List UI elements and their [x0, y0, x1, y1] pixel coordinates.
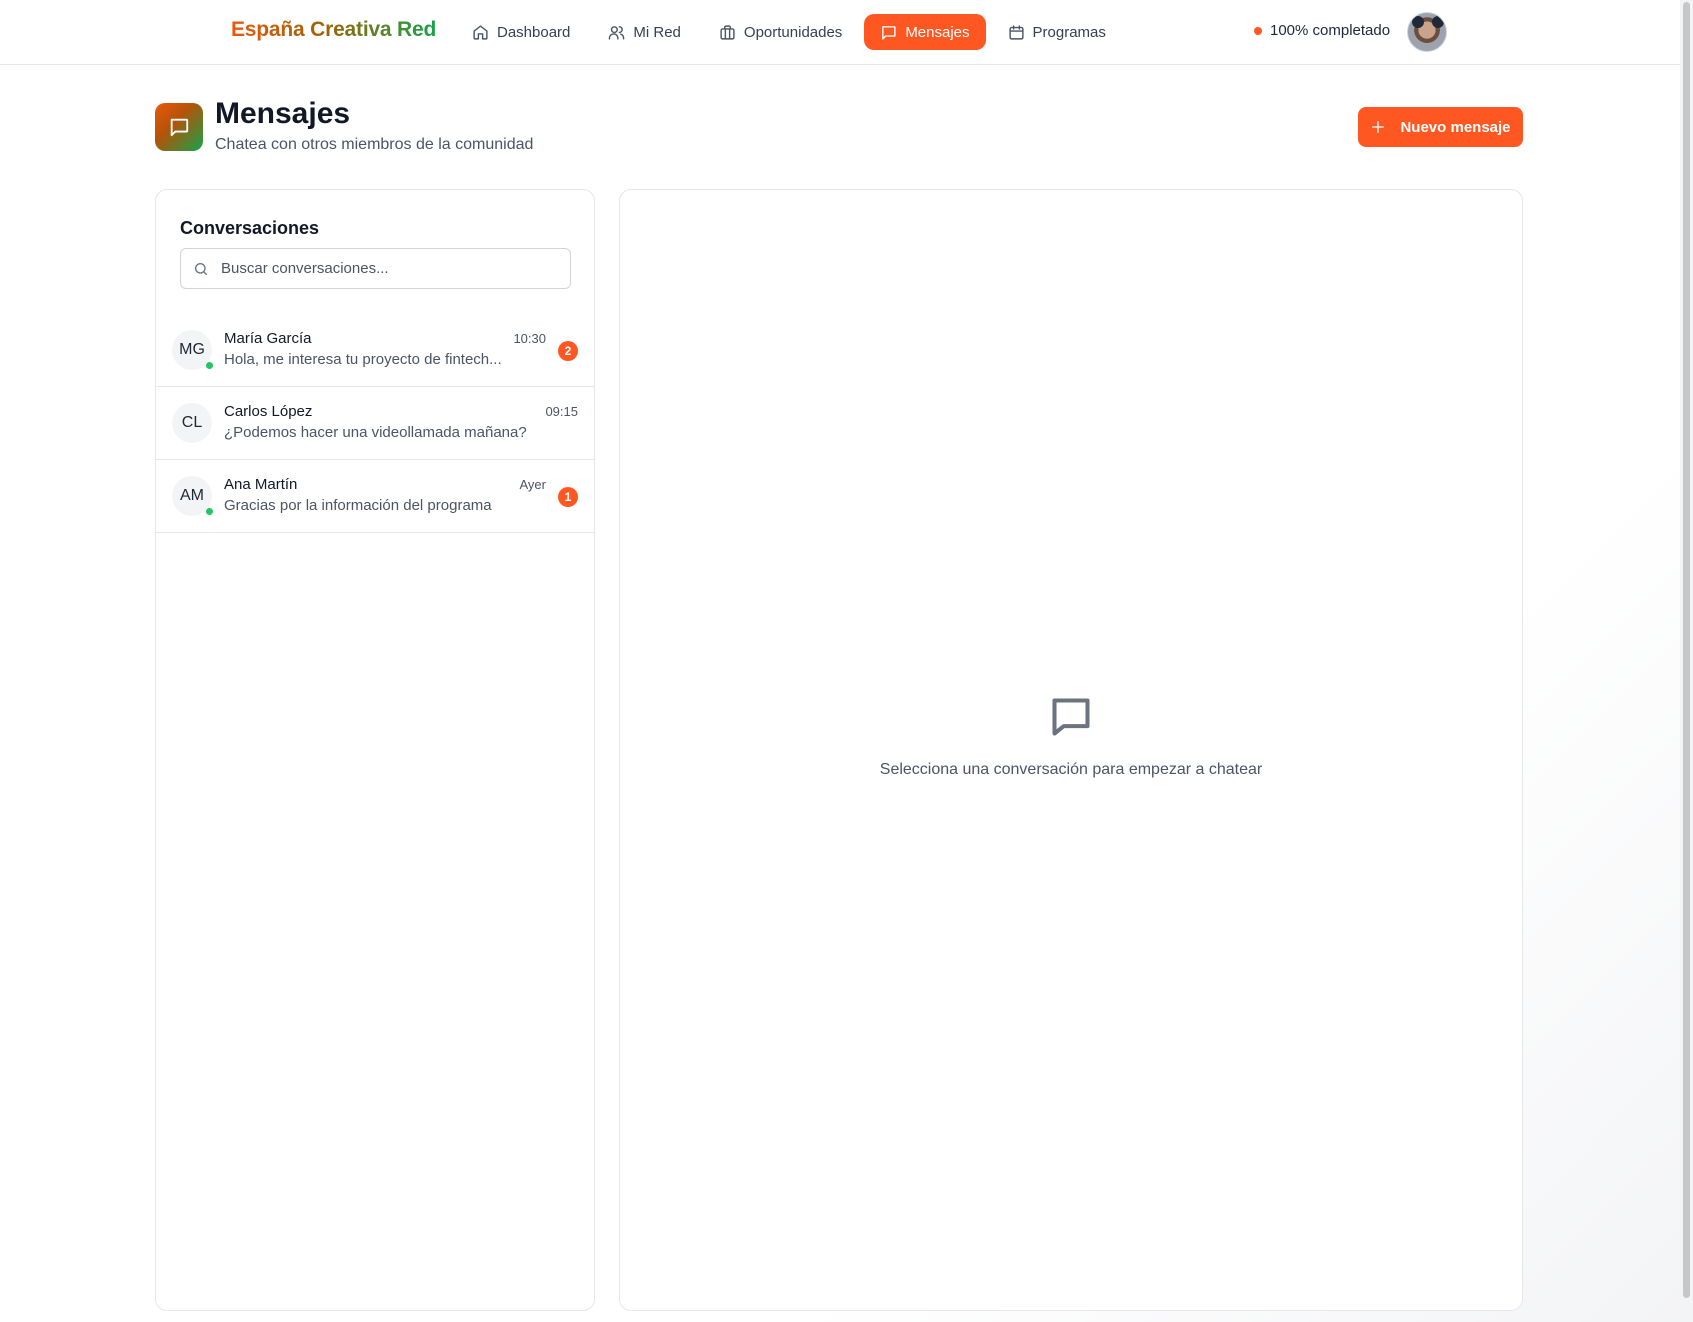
main-nav: Dashboard Mi Red Oportunidades Mensajes …	[456, 14, 1122, 50]
profile-status-text: 100% completado	[1270, 22, 1391, 39]
conversation-preview: Hola, me interesa tu proyecto de fintech…	[224, 351, 502, 368]
conversation-time: 10:30	[513, 331, 546, 346]
nav-label: Mensajes	[905, 23, 970, 41]
scrollbar-thumb[interactable]	[1683, 2, 1690, 1298]
conversation-item[interactable]: AM Ana Martín Ayer Gracias por la inform…	[156, 460, 594, 533]
online-indicator	[205, 507, 214, 516]
chat-panel: Selecciona una conversación para empezar…	[619, 189, 1523, 1311]
users-icon	[609, 25, 625, 40]
empty-state-text: Selecciona una conversación para empezar…	[879, 761, 1263, 778]
conversation-time: 09:15	[545, 404, 578, 419]
conversation-preview: Gracias por la información del programa	[224, 497, 492, 514]
status-dot	[1254, 26, 1262, 35]
conversation-item[interactable]: CL Carlos López 09:15 ¿Podemos hacer una…	[156, 387, 594, 460]
nav-item-oportunidades[interactable]: Oportunidades	[703, 14, 858, 50]
conversation-list: MG María García 10:30 Hola, me interesa …	[156, 314, 594, 533]
nav-item-programas[interactable]: Programas	[992, 14, 1122, 50]
new-message-button[interactable]: Nuevo mensaje	[1358, 107, 1523, 147]
avatar-ear	[1432, 16, 1444, 28]
user-avatar[interactable]	[1407, 12, 1447, 52]
unread-badge: 2	[558, 341, 578, 361]
plus-icon	[1372, 121, 1385, 133]
page-scrollbar[interactable]	[1680, 0, 1693, 1322]
search-box	[180, 248, 571, 289]
nav-label: Oportunidades	[743, 23, 843, 41]
briefcase-icon	[720, 24, 735, 40]
page-title: Mensajes	[215, 97, 351, 130]
empty-state-icon	[1049, 695, 1093, 739]
top-navbar: España Creativa Red Dashboard Mi Red Opo…	[0, 0, 1680, 65]
conversations-panel: Conversaciones MG María García 10:30 Hol…	[155, 189, 595, 1311]
nav-label: Mi Red	[633, 23, 681, 41]
conversations-title: Conversaciones	[180, 218, 320, 238]
nav-item-dashboard[interactable]: Dashboard	[456, 14, 586, 50]
home-icon	[473, 24, 488, 40]
page-subtitle: Chatea con otros miembros de la comunida…	[215, 136, 534, 153]
profile-completion: 100% completado	[1254, 22, 1390, 39]
conversation-name: María García	[224, 330, 312, 347]
conversation-name: Carlos López	[224, 403, 313, 420]
search-input[interactable]	[181, 249, 570, 288]
search-icon	[195, 263, 207, 275]
online-indicator	[205, 361, 214, 370]
message-icon	[170, 118, 189, 137]
message-icon	[882, 25, 896, 40]
nav-item-mensajes[interactable]: Mensajes	[864, 14, 986, 50]
conversation-time: Ayer	[519, 477, 547, 492]
avatar: CL	[172, 403, 212, 443]
message-icon	[1052, 698, 1090, 736]
conversation-item[interactable]: MG María García 10:30 Hola, me interesa …	[156, 314, 594, 387]
unread-badge: 1	[558, 487, 578, 507]
brand-logo[interactable]: España Creativa Red	[231, 18, 436, 42]
nav-label: Programas	[1032, 23, 1106, 41]
conversation-name: Ana Martín	[224, 476, 298, 493]
page-message-icon	[155, 103, 203, 151]
conversation-preview: ¿Podemos hacer una videollamada mañana?	[224, 424, 527, 441]
new-message-label: Nuevo mensaje	[1400, 118, 1511, 136]
calendar-icon	[1008, 24, 1024, 40]
nav-label: Dashboard	[497, 23, 571, 41]
nav-item-mi-red[interactable]: Mi Red	[592, 14, 697, 50]
avatar-ear	[1412, 16, 1424, 28]
